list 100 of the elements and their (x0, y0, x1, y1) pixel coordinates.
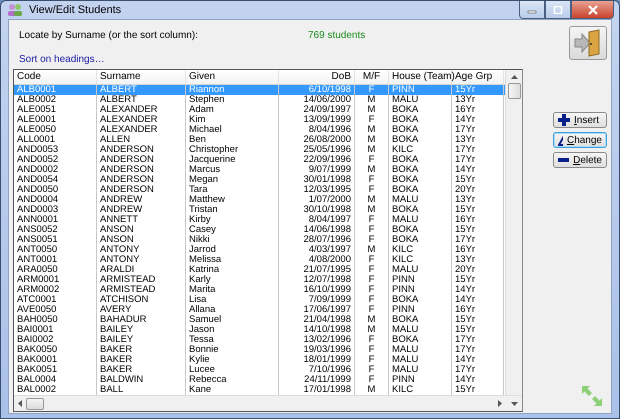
table-row[interactable]: ALE0050 ALEXANDER Michael 8/04/1996 M BOKA 17Yr (14, 125, 505, 135)
table-cell: 14Yr (452, 375, 504, 385)
table-row[interactable]: BAK0050 BAKER Bonnie 19/03/1996 F MALU 17Yr (14, 345, 505, 355)
table-cell: Lucee (186, 365, 279, 375)
column-header[interactable]: M/F (355, 70, 389, 84)
table-row[interactable]: ALE0001 ALEXANDER Kim 13/09/1999 F BOKA 14Yr (14, 115, 505, 125)
table-row[interactable]: ANS0051 ANSON Nikki 28/07/1996 F BOKA 17Yr (14, 235, 505, 245)
column-header[interactable]: Given (186, 70, 279, 84)
table-row[interactable]: BAL0004 BALDWIN Rebecca 24/11/1999 F PINN 14Yr (14, 375, 505, 385)
column-header[interactable]: Surname (97, 70, 186, 84)
scroll-up-icon[interactable] (510, 75, 518, 79)
table-cell: AND0054 (14, 175, 97, 185)
table-row[interactable]: AND0003 ANDREW Tristan 30/10/1998 M BOKA 15Yr (14, 205, 505, 215)
table-cell: AVERY (97, 305, 186, 315)
table-cell: F (355, 175, 389, 185)
table-cell: M (355, 125, 389, 135)
table-row[interactable]: ANT0001 ANTONY Melissa 4/08/2000 F KILC 13Yr (14, 255, 505, 265)
column-header[interactable]: House (Team) (389, 70, 452, 84)
table-cell: ARM0002 (14, 285, 97, 295)
table-cell: BOKA (389, 125, 452, 135)
table-cell: ANNETT (97, 215, 186, 225)
scroll-right-icon[interactable] (498, 400, 502, 407)
table-row[interactable]: AND0004 ANDREW Matthew 1/07/2000 M MALU 13Yr (14, 195, 505, 205)
table-row[interactable]: BAI0002 BAILEY Tessa 13/02/1996 F BOKA 17Yr (14, 335, 505, 345)
scroll-thumb[interactable] (508, 83, 520, 99)
table-cell: BAILEY (97, 325, 186, 335)
table-row[interactable]: BAK0001 BAKER Kylie 18/01/1999 F MALU 14Yr (14, 355, 505, 365)
table-cell: 14Yr (452, 115, 504, 125)
table-cell: ANTONY (97, 255, 186, 265)
table-row[interactable]: AND0053 ANDERSON Christopher 25/05/1996 M KILC 17Yr (14, 145, 505, 155)
table-row[interactable]: BAH0050 BAHADUR Samuel 21/04/1998 M BOKA 15Yr (14, 315, 505, 325)
table-cell: 4/08/2000 (279, 255, 355, 265)
close-icon (586, 4, 598, 14)
table-cell: ANT0050 (14, 245, 97, 255)
table-row[interactable]: ARM0002 ARMISTEAD Marita 16/10/1999 F PINN 14Yr (14, 285, 505, 295)
table-cell: ALEXANDER (97, 125, 186, 135)
table-cell: Ben (186, 135, 279, 145)
scroll-left-icon[interactable] (18, 400, 22, 407)
table-cell: M (355, 315, 389, 325)
table-row[interactable]: AND0054 ANDERSON Megan 30/01/1998 F BOKA 15Yr (14, 175, 505, 185)
delete-button[interactable]: Delete (553, 152, 607, 168)
table-cell: ANDERSON (97, 175, 186, 185)
table-cell: Katrina (186, 265, 279, 275)
table-cell: BOKA (389, 115, 452, 125)
horizontal-scrollbar[interactable] (14, 395, 522, 411)
table-cell: 24/09/1997 (279, 105, 355, 115)
table-cell: F (355, 255, 389, 265)
table-cell: MALU (389, 345, 452, 355)
table-cell: F (355, 285, 389, 295)
table-row[interactable]: AVE0050 AVERY Allana 17/06/1997 F PINN 16Yr (14, 305, 505, 315)
table-cell: ALBERT (97, 95, 186, 105)
table-row[interactable]: ALE0051 ALEXANDER Adam 24/09/1997 M BOKA 16Yr (14, 105, 505, 115)
table-cell: ARALDI (97, 265, 186, 275)
scroll-down-icon[interactable] (511, 402, 518, 406)
column-header[interactable]: DoB (279, 70, 355, 84)
table-cell: 21/04/1998 (279, 315, 355, 325)
table-row[interactable]: ANS0052 ANSON Casey 14/06/1998 F BOKA 15Yr (14, 225, 505, 235)
change-button[interactable]: Change (553, 132, 607, 148)
table-cell: Casey (186, 225, 279, 235)
scroll-thumb[interactable] (26, 398, 44, 410)
table-cell: BAILEY (97, 335, 186, 345)
table-cell: F (355, 265, 389, 275)
table-row[interactable]: ANN0001 ANNETT Kirby 8/04/1997 F MALU 16Yr (14, 215, 505, 225)
table-cell: ALL0001 (14, 135, 97, 145)
table-cell: 13Yr (452, 135, 504, 145)
plus-icon (558, 114, 570, 126)
insert-button[interactable]: Insert (553, 112, 607, 128)
table-row[interactable]: BAK0051 BAKER Lucee 7/10/1996 F MALU 17Yr (14, 365, 505, 375)
sort-link[interactable]: Sort on headings… (19, 54, 105, 65)
table-cell: 17Yr (452, 335, 504, 345)
table-row[interactable]: ARM0001 ARMISTEAD Karly 12/07/1998 F PINN 15Yr (14, 275, 505, 285)
table-row[interactable]: ALB0002 ALBERT Stephen 14/06/2000 M MALU 13Yr (14, 95, 505, 105)
table-row[interactable]: ARA0050 ARALDI Katrina 21/07/1995 F MALU 20Yr (14, 265, 505, 275)
table-row[interactable]: AND0002 ANDERSON Marcus 9/07/1999 M BOKA 14Yr (14, 165, 505, 175)
table-cell: ANDREW (97, 195, 186, 205)
student-count: 769 students (308, 30, 366, 43)
table-cell: Jacquerine (186, 155, 279, 165)
table-cell: 15Yr (452, 85, 504, 95)
table-cell: ARM0001 (14, 275, 97, 285)
column-header[interactable]: Code (14, 70, 97, 84)
table-cell: BAKER (97, 365, 186, 375)
minimize-button[interactable] (519, 1, 545, 19)
table-row[interactable]: AND0050 ANDERSON Tara 12/03/1995 F BOKA 20Yr (14, 185, 505, 195)
table-cell: 16Yr (452, 305, 504, 315)
table-cell: AND0050 (14, 185, 97, 195)
vertical-scrollbar[interactable] (505, 70, 522, 395)
table-row[interactable]: BAI0001 BAILEY Jason 14/10/1998 M MALU 15Yr (14, 325, 505, 335)
close-button[interactable] (571, 1, 614, 19)
table-row[interactable]: ANT0050 ANTONY Jarrod 4/03/1997 M KILC 16Yr (14, 245, 505, 255)
table-cell: Melissa (186, 255, 279, 265)
exit-button[interactable] (569, 26, 607, 60)
table-cell: 17Yr (452, 345, 504, 355)
table-row[interactable]: AND0052 ANDERSON Jacquerine 22/09/1996 F BOKA 17Yr (14, 155, 505, 165)
table-cell: 13/09/1999 (279, 115, 355, 125)
table-cell: ALE0050 (14, 125, 97, 135)
table-row[interactable]: ALL0001 ALLEN Ben 26/08/2000 M BOKA 13Yr (14, 135, 505, 145)
maximize-button[interactable] (545, 1, 571, 19)
table-row[interactable]: ATC0001 ATCHISON Lisa 7/09/1999 F BOKA 14Yr (14, 295, 505, 305)
table-cell: Michael (186, 125, 279, 135)
door-exit-icon (574, 29, 602, 57)
